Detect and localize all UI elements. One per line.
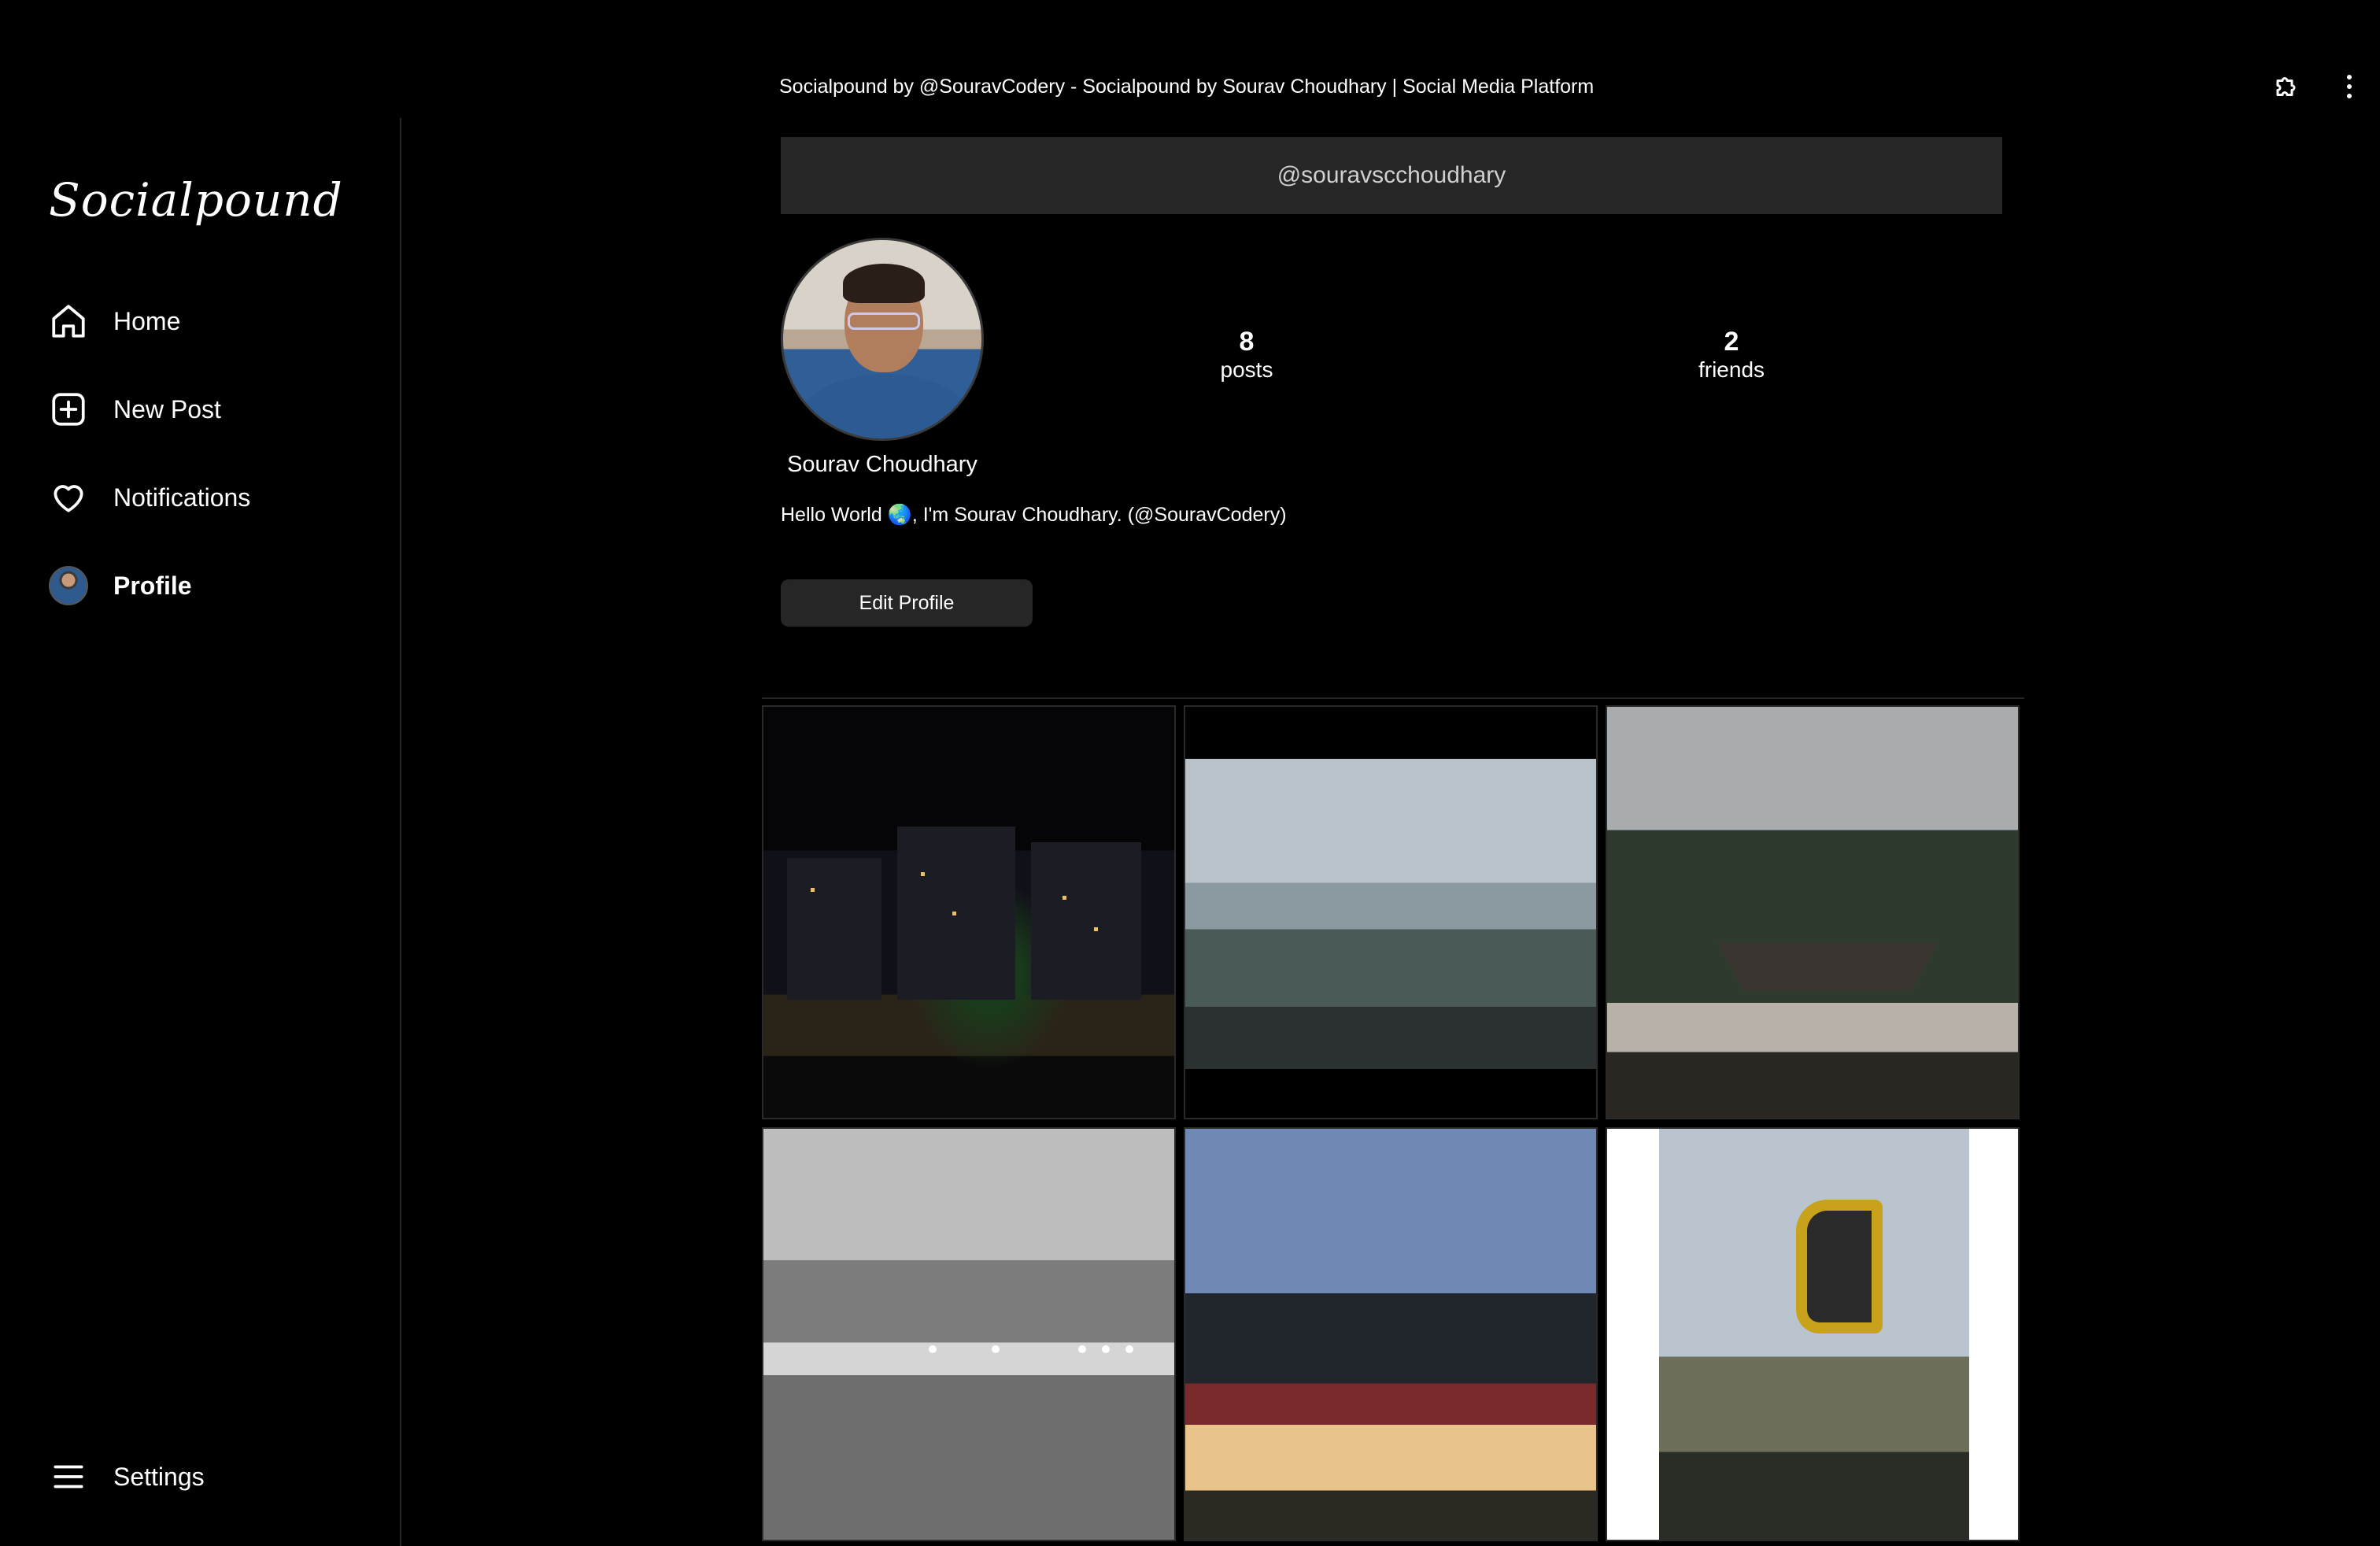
bus-mirror	[1796, 1200, 1883, 1333]
monochrome-terrace-photo	[763, 1129, 1174, 1540]
window-light	[952, 912, 956, 915]
posts-label: posts	[1220, 357, 1273, 383]
window-title: Socialpound by @SouravCodery - Socialpou…	[779, 76, 1595, 98]
profile-display-name: Sourav Choudhary	[787, 452, 978, 477]
window-light	[1094, 927, 1098, 931]
avatar-shirt	[799, 374, 972, 438]
plus-square-icon	[49, 390, 88, 429]
window-title-bar: Socialpound by @SouravCodery - Socialpou…	[0, 0, 2380, 118]
nav-label-notifications: Notifications	[113, 483, 251, 512]
kebab-menu-icon[interactable]	[2341, 72, 2357, 101]
lamp-light	[1125, 1345, 1133, 1353]
sidebar: Socialpound Home New Post Notifications …	[0, 118, 401, 1546]
temple-roof	[1717, 943, 1938, 990]
nav-label-profile: Profile	[113, 571, 192, 600]
cloudy-valley-photo	[1185, 707, 1596, 1118]
post-thumbnail[interactable]	[762, 1127, 1176, 1541]
post-thumbnail[interactable]	[1184, 1127, 1598, 1541]
posts-divider	[762, 697, 2024, 699]
lamp-light	[929, 1345, 937, 1353]
edit-profile-button[interactable]: Edit Profile	[781, 579, 1033, 627]
lamp-light	[1102, 1345, 1110, 1353]
forest-temple-photo	[1607, 707, 2018, 1118]
avatar	[49, 566, 88, 605]
building-shape	[897, 827, 1015, 1000]
photo-content	[1185, 759, 1596, 1069]
hamburger-icon	[49, 1457, 88, 1496]
friends-stat[interactable]: 2 friends	[1653, 327, 1810, 383]
profile-username-header: @souravscchoudhary	[781, 137, 2002, 214]
building-shape	[787, 858, 881, 1000]
lamp-light	[992, 1345, 1000, 1353]
friends-label: friends	[1698, 357, 1765, 383]
nav-label-settings: Settings	[113, 1462, 205, 1491]
night-city-photo	[763, 707, 1174, 1118]
post-thumbnail[interactable]	[1606, 1127, 2020, 1541]
posts-count: 8	[1239, 327, 1255, 357]
nav-avatar-wrap	[49, 566, 88, 605]
window-light	[1062, 896, 1066, 900]
posts-stat: 8 posts	[1168, 327, 1325, 383]
friends-count: 2	[1724, 327, 1739, 357]
lamp-light	[1078, 1345, 1086, 1353]
window-light	[921, 872, 925, 876]
app-logo[interactable]: Socialpound	[49, 173, 343, 227]
nav-label-new-post: New Post	[113, 394, 221, 423]
puzzle-icon[interactable]	[2273, 72, 2301, 101]
post-thumbnail[interactable]	[1184, 705, 1598, 1119]
nav-label-home: Home	[113, 306, 181, 335]
nav-item-new-post[interactable]: New Post	[49, 384, 379, 435]
profile-bio: Hello World 🌏, I'm Sourav Choudhary. (@S…	[781, 504, 1287, 526]
post-thumbnail[interactable]	[1606, 705, 2020, 1119]
photo-content	[1659, 1129, 1969, 1540]
window-light	[811, 888, 815, 892]
nav-item-home[interactable]: Home	[49, 296, 379, 346]
nav-item-settings[interactable]: Settings	[49, 1452, 379, 1502]
bus-mirror-photo	[1607, 1129, 2018, 1540]
home-icon	[49, 301, 88, 341]
posts-grid	[762, 705, 2024, 1541]
heart-icon	[49, 478, 88, 517]
nav-item-profile[interactable]: Profile	[49, 560, 379, 611]
nav-item-notifications[interactable]: Notifications	[49, 472, 379, 523]
avatar-hair	[843, 264, 925, 303]
post-thumbnail[interactable]	[762, 705, 1176, 1119]
hotel-pines-photo	[1185, 1129, 1596, 1540]
building-shape	[1031, 842, 1141, 1000]
avatar-glasses	[848, 313, 920, 330]
profile-avatar[interactable]	[781, 238, 984, 441]
